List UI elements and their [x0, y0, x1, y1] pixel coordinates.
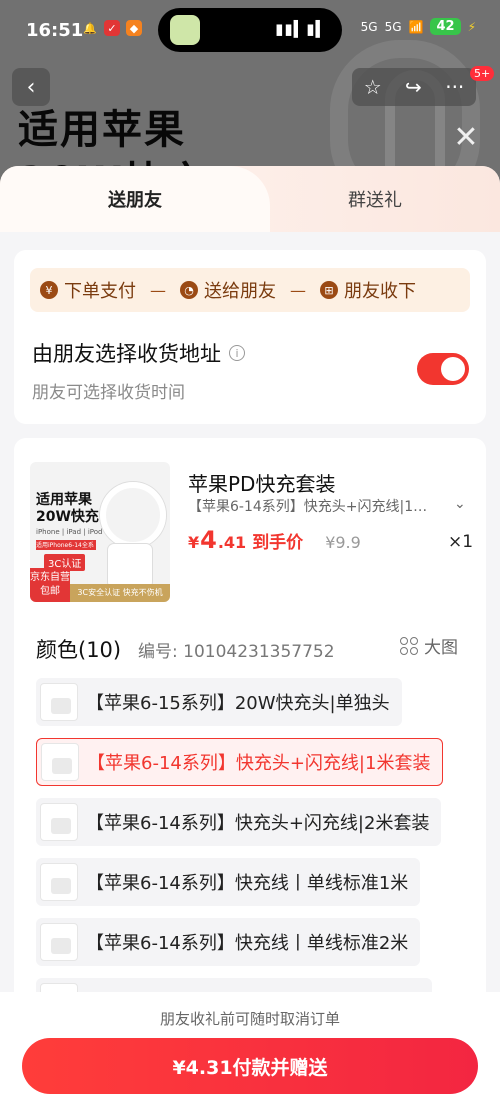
color-option[interactable]: 【苹果6-15系列】20W快充头|单独头: [36, 678, 402, 726]
option-thumbnail: [40, 683, 78, 721]
option-label: 【苹果6-14系列】快充头+闪充线|1米套装: [87, 753, 431, 774]
price-row: ¥ 4 .41 到手价 ¥9.9: [188, 526, 361, 554]
app-notification-icon: ✓: [104, 20, 120, 36]
original-price: ¥9.9: [325, 533, 361, 552]
more-icon[interactable]: ···: [445, 75, 464, 99]
big-image-button[interactable]: 大图: [400, 633, 458, 658]
gift-icon: ⊞: [320, 281, 338, 299]
back-button[interactable]: ‹: [12, 68, 50, 106]
pay-and-gift-button[interactable]: ¥4.31付款并赠送: [22, 1038, 478, 1094]
arrow-right-icon: —: [290, 280, 306, 300]
option-thumbnail: [40, 863, 78, 901]
dynamic-island: ▮▮▍▮▍: [158, 8, 342, 52]
big-image-label: 大图: [424, 638, 458, 658]
flow-step-receive: ⊞ 朋友收下: [320, 277, 416, 303]
color-option[interactable]: 【苹果6-14系列】快充线丨单线标准1米: [36, 858, 421, 906]
charging-icon: ⚡: [467, 19, 476, 34]
footer-bar: 朋友收礼前可随时取消订单 ¥4.31付款并赠送: [0, 992, 500, 1111]
friend-address-toggle[interactable]: [417, 353, 469, 385]
grid-view-icon: [400, 636, 418, 655]
thumb-headline: 适用苹果 20W快充: [36, 492, 99, 525]
flow-step-pay: ¥ 下单支付: [40, 277, 136, 303]
thumb-red-bar: 适用iPhone6-14全系: [36, 540, 96, 550]
app-notification-icon-2: ◆: [126, 20, 142, 36]
share-icon[interactable]: ↪: [405, 75, 422, 99]
color-option-selected[interactable]: 【苹果6-14系列】快充头+闪充线|1米套装: [36, 738, 444, 786]
tab-group-gift[interactable]: 群送礼: [250, 166, 500, 232]
quantity: ×1: [448, 532, 474, 552]
selected-variant[interactable]: 【苹果6-14系列】快充头+闪充线|1米套装: [188, 496, 438, 516]
address-option-title: 由朋友选择收货地址 i: [32, 338, 245, 368]
chevron-down-icon[interactable]: ⌄: [454, 496, 466, 512]
signal-icon-1: 5G: [360, 19, 378, 34]
thumb-jd-badge: 京东自营 包邮: [30, 568, 70, 602]
thumb-jd-line1: 京东自营: [30, 572, 70, 583]
status-bar: 16:51 🔔 ✓ ◆ ▮▮▍▮▍ 5G 5G 📶 42 ⚡: [0, 0, 500, 62]
option-thumbnail: [41, 743, 79, 781]
thumb-jd-line2: 包邮: [40, 586, 60, 597]
message-badge: 5+: [470, 66, 495, 81]
island-app-icon: [170, 15, 200, 45]
star-icon[interactable]: ☆: [364, 75, 382, 99]
flow-step-label: 下单支付: [64, 281, 136, 302]
option-label: 【苹果6-14系列】快充线丨单线标准1米: [86, 873, 409, 894]
option-thumbnail: [40, 803, 78, 841]
top-action-bar: ☆ ↪ ···: [352, 68, 476, 106]
info-icon[interactable]: i: [229, 345, 245, 361]
option-label: 【苹果6-14系列】快充头+闪充线|2米套装: [86, 813, 430, 834]
notification-icons: 🔔 ✓ ◆: [82, 20, 142, 36]
status-time: 16:51: [26, 20, 84, 41]
flow-step-label: 送给朋友: [204, 281, 276, 302]
gift-flow-steps: ¥ 下单支付 — ◔ 送给朋友 — ⊞ 朋友收下: [30, 268, 470, 312]
signal-icon-2: 5G: [384, 19, 402, 34]
sku-number: 编号: 10104231357752: [138, 642, 335, 662]
thumb-bottom-strip: 3C安全认证 快充不伤机: [70, 584, 170, 602]
thumb-charger: [108, 544, 152, 588]
address-title-text: 由朋友选择收货地址: [32, 342, 221, 366]
thumb-cable: [100, 482, 166, 548]
option-label: 【苹果6-14系列】快充线丨单线标准2米: [86, 933, 409, 954]
option-label: 【苹果6-15系列】20W快充头|单独头: [86, 693, 390, 714]
chevron-left-icon: ‹: [26, 74, 36, 100]
gift-flow-card: ¥ 下单支付 — ◔ 送给朋友 — ⊞ 朋友收下 由朋友选择收货地址 i 朋友可…: [14, 250, 486, 424]
price-integer: 4: [200, 526, 217, 554]
color-option[interactable]: 【苹果6-14系列】快充头+闪充线|2米套装: [36, 798, 442, 846]
thumb-strip: iPhone | iPad | iPod: [36, 528, 103, 536]
tab-bar: 送朋友 群送礼: [0, 166, 500, 232]
gift-bottom-sheet: 送朋友 群送礼 ¥ 下单支付 — ◔ 送给朋友 — ⊞ 朋友收下 由朋友选择收货…: [0, 166, 500, 1111]
color-option[interactable]: 【苹果6-14系列】快充线丨单线标准2米: [36, 918, 421, 966]
tab-send-friend[interactable]: 送朋友: [0, 166, 270, 232]
wifi-icon: 📶: [408, 19, 424, 34]
address-option-subtitle: 朋友可选择收货时间: [32, 383, 185, 403]
price-label: 到手价: [252, 533, 304, 553]
flow-step-label: 朋友收下: [344, 281, 416, 302]
color-section-title: 颜色(10): [36, 638, 122, 662]
yuan-icon: ¥: [40, 281, 58, 299]
cancel-note: 朋友收礼前可随时取消订单: [159, 1010, 340, 1028]
toggle-knob: [441, 357, 465, 381]
status-right: 5G 5G 📶 42 ⚡: [361, 18, 476, 35]
bell-icon: 🔔: [83, 21, 97, 35]
chat-icon: ◔: [180, 281, 198, 299]
audio-wave-icon: ▮▮▍▮▍: [275, 20, 328, 38]
close-icon[interactable]: ✕: [452, 123, 480, 153]
price-decimal: .41: [217, 533, 247, 552]
arrow-right-icon: —: [150, 280, 166, 300]
option-thumbnail: [40, 923, 78, 961]
product-name: 苹果PD快充套装: [188, 472, 336, 496]
price-currency: ¥: [188, 533, 200, 552]
battery-indicator: 42: [430, 18, 461, 35]
flow-step-send: ◔ 送给朋友: [180, 277, 276, 303]
product-thumbnail[interactable]: 适用苹果 20W快充 iPhone | iPad | iPod 适用iPhone…: [30, 462, 170, 602]
